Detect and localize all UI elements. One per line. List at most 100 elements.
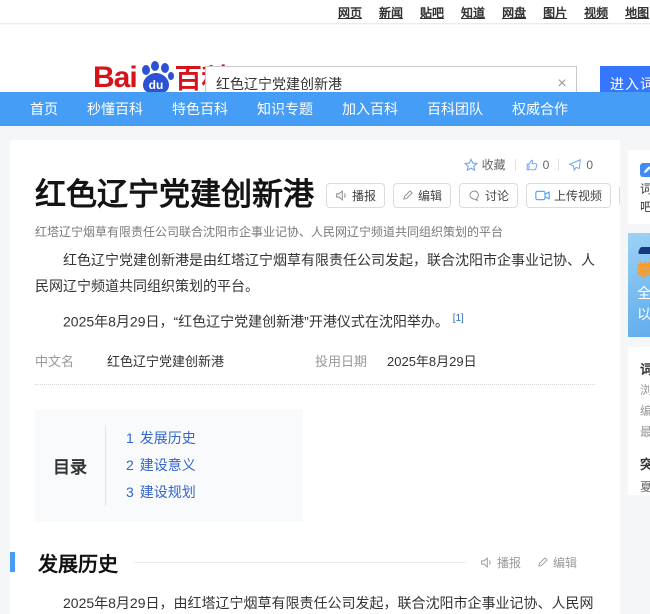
section-edit-button[interactable]: 编辑 — [537, 554, 577, 571]
top-nav-webpage[interactable]: 网页 — [338, 4, 362, 21]
section-history: 发展历史 播报 编辑 2025年8月29日，由红塔辽宁烟草有限责任公司发起，联合… — [35, 548, 595, 614]
divider — [515, 159, 516, 171]
stats-heading: 词条 — [640, 359, 650, 378]
header-bar: Bai du 百科 × 进入词条 — [0, 25, 650, 92]
edit-label: 编辑 — [418, 187, 442, 204]
toc-item-history[interactable]: 1 发展历史 — [126, 425, 196, 452]
toc-label: 建设意义 — [140, 457, 196, 473]
article-card: 收藏 0 0 红色辽宁党建创新港 播报 — [10, 140, 620, 614]
section-divider-line — [134, 562, 466, 563]
divider — [558, 159, 559, 171]
stats-row-recent: 最近 — [640, 424, 650, 441]
nav-knowledge-topics[interactable]: 知识专题 — [257, 99, 313, 119]
contributor-name[interactable]: 夏莫 — [640, 479, 650, 496]
broadcast-button[interactable]: 播报 — [326, 183, 385, 208]
pencil-icon — [402, 189, 414, 201]
reference-link[interactable]: [1] — [453, 313, 464, 324]
info-value: 红色辽宁党建创新港 — [107, 351, 224, 370]
table-of-contents: 目录 1 发展历史 2 建设意义 3建设规划 — [35, 409, 303, 522]
upload-video-label: 上传视频 — [554, 187, 602, 204]
baidu-paw-icon: du — [138, 61, 174, 95]
top-nav-video[interactable]: 视频 — [584, 4, 608, 21]
logo-bai-text: Bai — [93, 63, 137, 93]
info-row-chinese-name: 中文名 红色辽宁党建创新港 — [35, 351, 315, 370]
top-nav-maps[interactable]: 地图 — [625, 4, 649, 21]
entry-stats-card: 词条 浏览 编辑 最近 突出 夏莫 — [628, 347, 650, 495]
nav-home[interactable]: 首页 — [30, 99, 58, 119]
right-sidebar: 词条 吧! 攀 全 以 词条 浏览 编辑 最近 突出 夏莫 — [628, 150, 650, 495]
section-title: 发展历史 — [38, 548, 118, 577]
toc-number: 2 — [126, 457, 134, 473]
nav-join[interactable]: 加入百科 — [342, 99, 398, 119]
basic-info-box: 中文名 红色辽宁党建创新港 投用日期 2025年8月29日 — [35, 351, 595, 385]
info-label: 投用日期 — [315, 351, 387, 370]
section-broadcast-button[interactable]: 播报 — [480, 554, 521, 571]
toc-label: 建设规划 — [140, 484, 196, 500]
section-header: 发展历史 播报 编辑 — [35, 548, 595, 577]
toc-list: 1 发展历史 2 建设意义 3建设规划 — [105, 425, 196, 506]
broadcast-label: 播报 — [352, 187, 376, 204]
top-nav-news[interactable]: 新闻 — [379, 4, 403, 21]
svg-text:du: du — [148, 78, 163, 92]
video-camera-icon — [535, 190, 550, 201]
share-count: 0 — [586, 158, 593, 172]
lead-paragraph: 红色辽宁党建创新港是由红塔辽宁烟草有限责任公司发起，联合沈阳市企事业记协、人民网… — [35, 247, 595, 299]
nav-authority[interactable]: 权威合作 — [512, 99, 568, 119]
favorite-button[interactable]: 收藏 — [464, 156, 506, 173]
lead-paragraph: 2025年8月29日，“红色辽宁党建创新港”开港仪式在沈阳举办。 [1] — [35, 306, 595, 335]
toc-item-significance[interactable]: 2 建设意义 — [126, 452, 196, 479]
like-count: 0 — [543, 158, 550, 172]
top-utility-bar: 网页 新闻 贴吧 知道 网盘 图片 视频 地图 文库 — [0, 0, 650, 24]
title-row: 红色辽宁党建创新港 播报 编辑 讨论 — [35, 177, 595, 213]
edit-label: 编辑 — [553, 554, 577, 571]
main-nav-bar: 首页 秒懂百科 特色百科 知识专题 加入百科 百科团队 权威合作 — [0, 92, 650, 126]
top-nav-tieba[interactable]: 贴吧 — [420, 4, 444, 21]
chat-icon — [468, 189, 481, 202]
stats-row-edits: 编辑 — [640, 403, 650, 420]
discuss-button[interactable]: 讨论 — [459, 183, 518, 208]
speaker-icon — [480, 556, 493, 569]
banner-decoration — [638, 247, 650, 254]
nav-team[interactable]: 百科团队 — [427, 99, 483, 119]
toc-label: 发展历史 — [140, 430, 196, 446]
title-action-pills: 播报 编辑 讨论 上传视频 + — [326, 183, 620, 208]
section-paragraph: 2025年8月29日，由红塔辽宁烟草有限责任公司发起，联合沈阳市企事业记协、人民… — [35, 590, 595, 614]
add-button[interactable]: + — [619, 184, 620, 207]
share-icon — [568, 158, 582, 172]
share-button[interactable]: 0 — [568, 158, 593, 172]
top-nav: 网页 新闻 贴吧 知道 网盘 图片 视频 地图 文库 — [338, 0, 650, 24]
toc-title: 目录 — [35, 453, 105, 478]
top-nav-netdisk[interactable]: 网盘 — [502, 4, 526, 21]
search-clear-icon[interactable]: × — [552, 74, 572, 94]
broadcast-label: 播报 — [497, 554, 521, 571]
edit-square-icon — [640, 163, 650, 177]
star-icon — [464, 158, 478, 172]
upload-video-button[interactable]: 上传视频 — [526, 183, 611, 208]
banner-text-3: 以 — [637, 304, 650, 325]
info-value: 2025年8月29日 — [387, 351, 477, 370]
top-nav-images[interactable]: 图片 — [543, 4, 567, 21]
section-body: 2025年8月29日，由红塔辽宁烟草有限责任公司发起，联合沈阳市企事业记协、人民… — [35, 590, 595, 614]
edit-prompt-card[interactable]: 词条 吧! — [628, 150, 650, 224]
thumbs-up-icon — [525, 158, 539, 172]
section-marker — [10, 552, 15, 572]
like-button[interactable]: 0 — [525, 158, 550, 172]
stats-row-views: 浏览 — [640, 382, 650, 399]
entry-summary: 红塔辽宁烟草有限责任公司联合沈阳市企事业记协、人民网辽宁频道共同组织策划的平台 — [35, 223, 595, 240]
page-title: 红色辽宁党建创新港 — [35, 177, 314, 213]
top-actions-row: 收藏 0 0 — [35, 156, 595, 173]
info-label: 中文名 — [35, 351, 107, 370]
banner-text-2: 全 — [637, 283, 650, 304]
banner-text-1: 攀 — [637, 261, 650, 283]
nav-featured[interactable]: 特色百科 — [172, 99, 228, 119]
top-nav-zhidao[interactable]: 知道 — [461, 4, 485, 21]
edit-button[interactable]: 编辑 — [393, 183, 451, 208]
promo-banner[interactable]: 攀 全 以 — [628, 233, 650, 337]
toc-item-planning[interactable]: 3建设规划 — [126, 479, 196, 506]
edit-prompt-line1: 词条 — [640, 180, 650, 198]
edit-prompt-line2: 吧! — [640, 198, 650, 216]
toc-number: 1 — [126, 430, 134, 446]
section-actions: 播报 编辑 — [480, 554, 595, 571]
lead-paragraph-text: 2025年8月29日，“红色辽宁党建创新港”开港仪式在沈阳举办。 — [63, 314, 449, 330]
nav-miaodong[interactable]: 秒懂百科 — [87, 99, 143, 119]
